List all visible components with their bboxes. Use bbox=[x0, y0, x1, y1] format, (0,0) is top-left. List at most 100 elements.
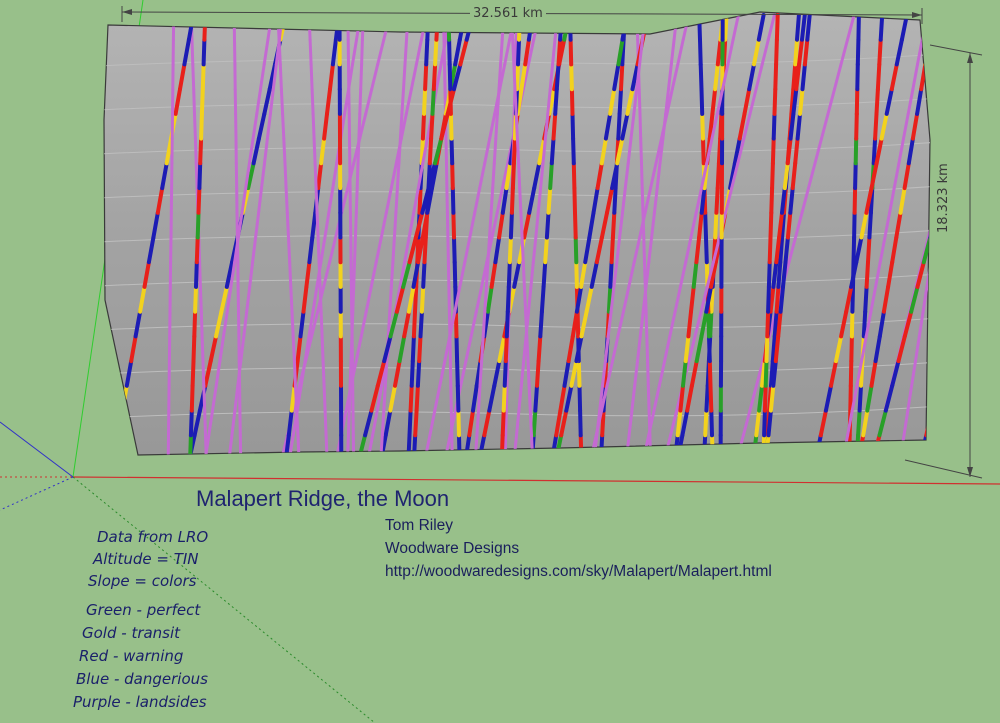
track-segment bbox=[646, 384, 651, 413]
track-segment bbox=[612, 186, 618, 215]
track-segment bbox=[877, 37, 883, 67]
track-segment bbox=[691, 260, 699, 289]
track-segment bbox=[351, 285, 356, 314]
track-segment bbox=[427, 136, 434, 166]
track-segment bbox=[800, 62, 807, 92]
track-segment bbox=[513, 87, 518, 116]
track-segment bbox=[770, 161, 775, 191]
track-segment bbox=[849, 334, 854, 364]
track-segment bbox=[510, 161, 516, 191]
track-segment bbox=[528, 409, 533, 437]
track-segment bbox=[402, 62, 407, 91]
track-segment bbox=[704, 235, 709, 265]
track-segment bbox=[543, 235, 549, 265]
track-segment bbox=[568, 13, 573, 42]
track-segment bbox=[802, 37, 810, 67]
track-segment bbox=[475, 409, 480, 437]
track-segment bbox=[450, 186, 456, 215]
track-segment bbox=[419, 284, 426, 314]
track-segment bbox=[403, 38, 408, 66]
track-segment bbox=[379, 433, 384, 455]
track-segment bbox=[484, 260, 490, 289]
track-segment bbox=[200, 62, 206, 92]
track-segment bbox=[194, 260, 199, 289]
track-segment bbox=[193, 137, 198, 165]
track-segment bbox=[452, 260, 458, 289]
track-segment bbox=[507, 235, 513, 265]
track-segment bbox=[643, 285, 648, 314]
info-slope: Slope = colors bbox=[88, 572, 197, 590]
track-segment bbox=[397, 137, 402, 165]
track-segment bbox=[689, 284, 696, 314]
track-segment bbox=[323, 409, 328, 437]
track-segment bbox=[778, 284, 785, 314]
track-segment bbox=[289, 285, 294, 314]
track-segment bbox=[774, 284, 781, 314]
track-segment bbox=[873, 111, 879, 141]
track-segment bbox=[678, 383, 685, 413]
track-segment bbox=[383, 359, 389, 388]
track-segment bbox=[783, 235, 790, 265]
track-segment bbox=[422, 235, 428, 265]
track-segment bbox=[683, 334, 691, 364]
track-segment bbox=[853, 161, 858, 191]
track-segment bbox=[198, 260, 202, 289]
track-segment bbox=[321, 359, 326, 388]
track-segment bbox=[790, 161, 798, 191]
track-segment bbox=[938, 361, 944, 386]
track-segment bbox=[571, 136, 576, 166]
track-segment bbox=[447, 37, 452, 67]
blue-axis bbox=[0, 421, 74, 478]
track-segment bbox=[451, 210, 456, 240]
track-segment bbox=[433, 37, 439, 67]
track-segment bbox=[640, 161, 644, 190]
track-segment bbox=[768, 383, 776, 413]
track-segment bbox=[452, 235, 457, 265]
track-segment bbox=[196, 186, 202, 215]
track-segment bbox=[193, 284, 198, 314]
track-segment bbox=[519, 211, 524, 239]
track-segment bbox=[703, 210, 708, 240]
track-segment bbox=[318, 285, 323, 314]
track-segment bbox=[553, 87, 559, 116]
track-segment bbox=[319, 310, 324, 338]
track-segment bbox=[982, 163, 988, 188]
track-segment bbox=[445, 211, 450, 239]
track-segment bbox=[795, 111, 802, 141]
track-segment bbox=[192, 87, 196, 116]
track-segment bbox=[556, 37, 563, 67]
track-segment bbox=[776, 260, 783, 289]
legend-item-blue: Blue - dangerious bbox=[76, 670, 208, 688]
red-axis bbox=[72, 476, 1000, 485]
track-segment bbox=[520, 236, 525, 264]
track-segment bbox=[610, 210, 617, 240]
track-segment bbox=[111, 433, 120, 455]
track-segment bbox=[648, 433, 653, 455]
track-segment bbox=[423, 210, 430, 240]
track-segment bbox=[395, 161, 401, 190]
track-segment bbox=[965, 64, 971, 89]
track-segment bbox=[517, 161, 522, 190]
track-segment bbox=[619, 62, 625, 92]
track-segment bbox=[296, 433, 301, 455]
track-segment bbox=[707, 334, 712, 364]
track-segment bbox=[315, 211, 320, 239]
track-segment bbox=[762, 383, 768, 413]
track-segment bbox=[525, 334, 530, 363]
track-segment bbox=[609, 235, 615, 265]
track-segment bbox=[424, 37, 430, 67]
slope-track bbox=[337, 13, 344, 455]
track-segment bbox=[295, 409, 300, 437]
track-segment bbox=[457, 433, 462, 455]
track-segment bbox=[503, 334, 509, 364]
track-segment bbox=[530, 433, 535, 455]
track-segment bbox=[360, 13, 365, 42]
info-altitude: Altitude = TIN bbox=[93, 550, 199, 568]
track-segment bbox=[706, 309, 711, 339]
info-data-source: Data from LRO bbox=[97, 528, 209, 546]
track-segment bbox=[449, 384, 453, 413]
track-segment bbox=[874, 87, 880, 116]
track-segment bbox=[570, 111, 576, 141]
track-segment bbox=[798, 87, 805, 116]
track-segment bbox=[558, 13, 564, 42]
